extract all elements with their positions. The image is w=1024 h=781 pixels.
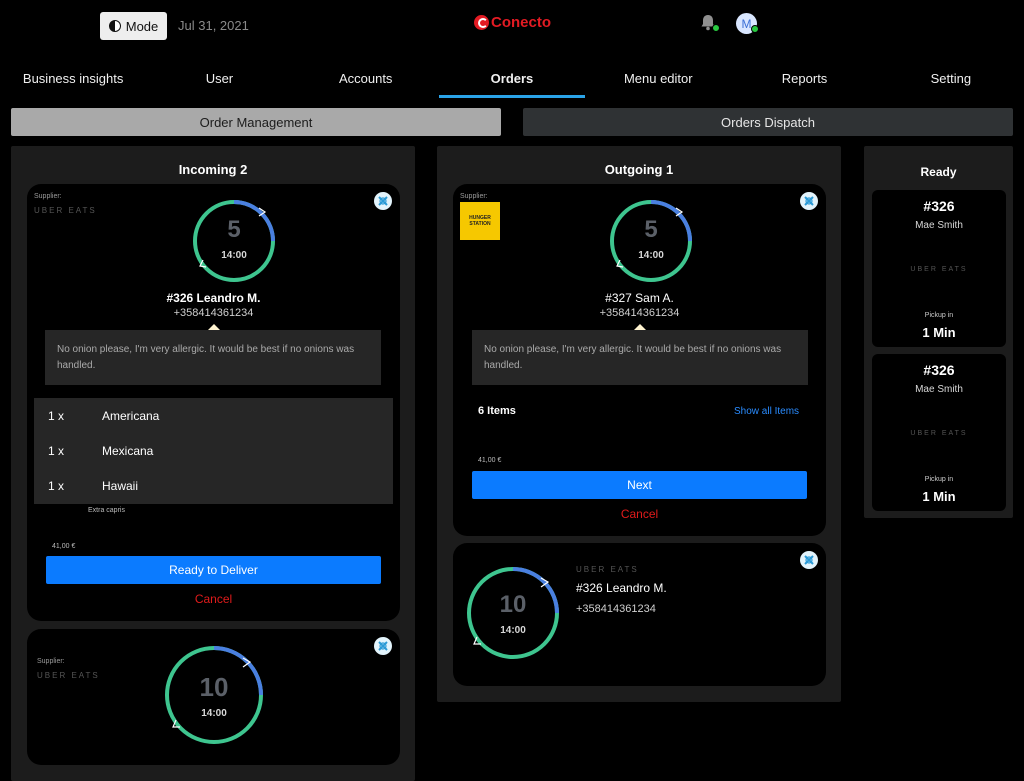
timer-time: 14:00 (221, 250, 247, 261)
outgoing-title: Outgoing 1 (604, 162, 674, 177)
logo-text: Conecto (491, 14, 551, 31)
timer-minutes: 10 (199, 672, 229, 702)
pickup-time: 1 Min (922, 489, 956, 504)
contrast-icon (108, 20, 121, 32)
timer-minutes: 10 (499, 591, 527, 618)
supplier-label: Supplier: (460, 193, 488, 200)
items-count: 6 Items (478, 405, 516, 417)
ready-order-card[interactable]: #326 Mae Smith UBER EATS Pickup in 1 Min (872, 354, 1006, 511)
outgoing-column: Outgoing 1 Supplier: HUNGER STATION 5 14… (437, 146, 841, 702)
incoming-title: Incoming 2 (178, 162, 248, 177)
mode-toggle-button[interactable]: Mode (100, 12, 167, 40)
list-item: 1 x Mexicana (34, 433, 393, 468)
ready-column: Ready #326 Mae Smith UBER EATS Pickup in… (864, 146, 1013, 518)
close-icon[interactable] (800, 192, 818, 210)
order-items-list: 1 x Americana 1 x Mexicana 1 x Hawaii (34, 398, 393, 504)
order-customer: #326 Leandro M. (166, 291, 261, 305)
timer-minutes: 5 (644, 216, 658, 243)
incoming-column: Incoming 2 Supplier: UBER EATS 5 14:00 #… (11, 146, 415, 781)
nav-user[interactable]: User (146, 60, 292, 98)
pickup-label: Pickup in (924, 476, 954, 483)
order-timer: 5 14:00 (608, 198, 694, 284)
timer-minutes: 5 (227, 216, 241, 243)
brand-logo: Conecto (474, 14, 551, 31)
list-item: 1 x Americana (34, 398, 393, 433)
order-id: #326 (923, 362, 955, 378)
online-status-dot (751, 25, 759, 33)
order-customer: #327 Sam A. (605, 291, 674, 305)
user-avatar[interactable]: M (736, 13, 759, 34)
ready-order-card[interactable]: #326 Mae Smith UBER EATS Pickup in 1 Min (872, 190, 1006, 347)
top-bar: Mode Jul 31, 2021 Conecto M (0, 0, 1024, 52)
item-qty: 1 x (48, 408, 65, 423)
close-icon[interactable] (800, 551, 818, 569)
show-all-items-link[interactable]: Show all Items (734, 406, 799, 417)
supplier-name: UBER EATS (576, 565, 639, 574)
ready-title: Ready (920, 165, 957, 179)
order-phone: +358414361234 (576, 603, 656, 615)
supplier-label: Supplier: (37, 658, 65, 665)
customer-name: Mae Smith (915, 384, 963, 395)
timer-time: 14:00 (638, 250, 664, 261)
supplier-name: UBER EATS (910, 430, 968, 437)
mode-label: Mode (125, 18, 159, 34)
nav-orders[interactable]: Orders (438, 60, 586, 98)
order-note: No onion please, I'm very allergic. It w… (45, 330, 381, 385)
nav-setting[interactable]: Setting (878, 60, 1024, 98)
order-timer: 5 14:00 (191, 198, 277, 284)
current-date: Jul 31, 2021 (178, 18, 249, 33)
nav-business-insights[interactable]: Business insights (0, 60, 146, 98)
timer-time: 14:00 (500, 625, 526, 636)
incoming-order-card: Supplier: UBER EATS 10 14:00 (27, 629, 400, 765)
cancel-button[interactable]: Cancel (453, 507, 826, 521)
avatar-initial: M (741, 16, 752, 31)
main-nav: Business insights User Accounts Orders M… (0, 60, 1024, 98)
pickup-time: 1 Min (922, 325, 956, 340)
order-id: #326 (923, 198, 955, 214)
customer-name: Mae Smith (915, 220, 963, 231)
order-timer: 10 14:00 (465, 565, 561, 661)
nav-menu-editor[interactable]: Menu editor (585, 60, 731, 98)
supplier-name: UBER EATS (37, 671, 100, 680)
outgoing-order-card: 10 14:00 UBER EATS #326 Leandro M. +3584… (453, 543, 826, 686)
notifications-button[interactable] (698, 13, 720, 33)
item-name: Mexicana (102, 443, 154, 458)
nav-accounts[interactable]: Accounts (293, 60, 439, 98)
item-qty: 1 x (48, 443, 65, 458)
outgoing-order-card: Supplier: HUNGER STATION 5 14:00 #327 Sa… (453, 184, 826, 536)
order-price: 41,00 € (52, 543, 76, 550)
cancel-button[interactable]: Cancel (27, 592, 400, 606)
supplier-label: Supplier: (34, 193, 62, 200)
tab-orders-dispatch[interactable]: Orders Dispatch (523, 108, 1013, 136)
pickup-label: Pickup in (924, 312, 954, 319)
incoming-order-card: Supplier: UBER EATS 5 14:00 #326 Leandro… (27, 184, 400, 621)
order-note: No onion please, I'm very allergic. It w… (472, 330, 808, 385)
close-icon[interactable] (374, 192, 392, 210)
order-phone: +358414361234 (599, 307, 680, 319)
logo-icon (474, 15, 489, 30)
item-name: Americana (102, 408, 160, 423)
list-item: 1 x Hawaii (34, 468, 393, 503)
order-price: 41,00 € (478, 457, 502, 464)
close-icon[interactable] (374, 637, 392, 655)
order-timer: 10 14:00 (163, 644, 265, 746)
ready-to-deliver-button[interactable]: Ready to Deliver (46, 556, 381, 584)
tab-order-management[interactable]: Order Management (11, 108, 501, 136)
next-button[interactable]: Next (472, 471, 807, 499)
item-extra: Extra capris (88, 507, 125, 514)
item-name: Hawaii (102, 478, 139, 493)
supplier-name: UBER EATS (910, 266, 968, 273)
nav-reports[interactable]: Reports (731, 60, 877, 98)
order-phone: +358414361234 (173, 307, 254, 319)
supplier-logo: HUNGER STATION (460, 202, 500, 240)
order-customer: #326 Leandro M. (576, 581, 667, 595)
item-qty: 1 x (48, 478, 65, 493)
timer-time: 14:00 (201, 708, 227, 719)
supplier-name: UBER EATS (34, 206, 97, 215)
notification-status-dot (712, 24, 720, 32)
